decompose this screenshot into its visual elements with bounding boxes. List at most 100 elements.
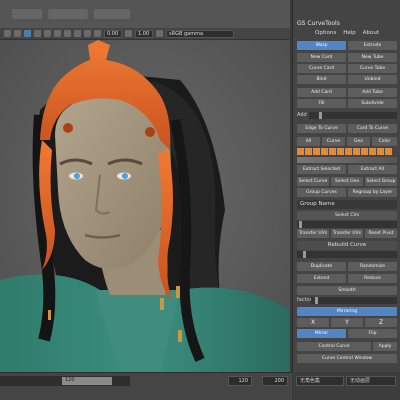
fill-button[interactable]: Fill xyxy=(297,99,346,108)
transfer-uvs-2-button[interactable]: Transfer UVs xyxy=(331,229,363,238)
extract-selected-button[interactable]: Extract Selected xyxy=(297,165,346,174)
unbind-button[interactable]: Unbind xyxy=(348,75,397,84)
cv-slider[interactable] xyxy=(297,221,397,228)
select-group-button[interactable]: Select Group xyxy=(365,177,397,186)
add-slider[interactable] xyxy=(309,112,397,119)
layer-cell[interactable] xyxy=(361,148,368,155)
card-to-curve-button[interactable]: Card To Curve xyxy=(348,124,397,133)
viewport-header-strip xyxy=(0,0,290,28)
filter-color-button[interactable]: Color xyxy=(372,137,397,146)
menu-help[interactable]: Help xyxy=(343,30,356,36)
character-render xyxy=(0,40,290,372)
layer-cell[interactable] xyxy=(297,148,304,155)
panel-menubar: Options Help About xyxy=(315,30,379,36)
status-bar: 无角色集 无动画层 xyxy=(292,372,400,400)
warp-button[interactable]: Warp xyxy=(297,41,346,50)
texture-icon[interactable] xyxy=(44,30,51,37)
duplicate-button[interactable]: Duplicate xyxy=(297,262,346,271)
flip-button[interactable]: Flip xyxy=(348,329,397,338)
exposure-field[interactable]: 0.00 xyxy=(104,29,122,38)
menu-about[interactable]: About xyxy=(363,30,379,36)
filter-curve-button[interactable]: Curve xyxy=(322,137,345,146)
smooth-button[interactable]: Smooth xyxy=(297,286,397,295)
range-current-frame: 120 xyxy=(65,377,75,383)
add-card-button[interactable]: Add Card xyxy=(297,88,346,97)
character-set-dropdown[interactable]: 无角色集 xyxy=(296,376,344,386)
layer-cell[interactable] xyxy=(385,148,392,155)
select-geo-button[interactable]: Select Geo xyxy=(331,177,363,186)
transfer-uvs-button[interactable]: Transfer UVs xyxy=(297,229,329,238)
layer-cell[interactable] xyxy=(313,148,320,155)
group-curves-button[interactable]: Group Curves xyxy=(297,188,346,197)
viewport-toolbar: 0.00 1.00 sRGB gamma xyxy=(0,28,290,40)
filter-geo-button[interactable]: Geo xyxy=(347,137,370,146)
header-pill xyxy=(94,9,130,19)
new-tube-button[interactable]: New Tube xyxy=(348,53,397,62)
gamma-icon[interactable] xyxy=(125,30,132,37)
reset-pivot-button[interactable]: Reset Pivot xyxy=(365,229,397,238)
layer-cell[interactable] xyxy=(321,148,328,155)
layer-cell[interactable] xyxy=(369,148,376,155)
rebuild-slider[interactable] xyxy=(297,251,397,258)
mirror-button[interactable]: Mirror xyxy=(297,329,346,338)
bind-button[interactable]: Bind xyxy=(297,75,346,84)
layer-cell[interactable] xyxy=(305,148,312,155)
gs-curvetools-panel: GS CurveTools Options Help About Warp Ex… xyxy=(292,0,400,400)
reduce-button[interactable]: Reduce xyxy=(348,274,397,283)
layer-cell[interactable] xyxy=(329,148,336,155)
camera-icon[interactable] xyxy=(4,30,11,37)
start-frame-field[interactable]: 120 xyxy=(228,376,252,386)
curve-control-window-button[interactable]: Curve Control Window xyxy=(297,354,397,363)
wireframe-icon[interactable] xyxy=(24,30,31,37)
curve-card-button[interactable]: Curve Card xyxy=(297,64,346,73)
xray-icon[interactable] xyxy=(84,30,91,37)
regroup-by-layer-button[interactable]: Regroup by Layer xyxy=(348,188,397,197)
mirror-y-button[interactable]: Y xyxy=(331,318,363,327)
new-card-button[interactable]: New Card xyxy=(297,53,346,62)
randomize-button[interactable]: Randomize xyxy=(348,262,397,271)
light-icon[interactable] xyxy=(54,30,61,37)
group-name-input[interactable]: Group Name xyxy=(297,200,397,209)
shadow-icon[interactable] xyxy=(64,30,71,37)
layer-cell[interactable] xyxy=(353,148,360,155)
colorspace-icon[interactable] xyxy=(156,30,163,37)
factor-slider-handle[interactable] xyxy=(315,297,318,304)
grid-icon[interactable] xyxy=(14,30,21,37)
edge-to-curve-button[interactable]: Edge To Curve xyxy=(297,124,346,133)
curve-tube-button[interactable]: Curve Tube xyxy=(348,64,397,73)
extend-button[interactable]: Extend xyxy=(297,274,346,283)
apply-button[interactable]: Apply xyxy=(373,342,397,351)
gamma-field[interactable]: 1.00 xyxy=(135,29,153,38)
shaded-icon[interactable] xyxy=(34,30,41,37)
extract-all-button[interactable]: Extract All xyxy=(348,165,397,174)
timeline-bar: 120 120 200 xyxy=(0,372,292,400)
layer-row[interactable] xyxy=(297,157,397,163)
layer-cell[interactable] xyxy=(377,148,384,155)
rebuild-slider-handle[interactable] xyxy=(303,251,306,258)
select-cvs-button[interactable]: Select CVs xyxy=(297,211,397,220)
select-curve-button[interactable]: Select Curve xyxy=(297,177,329,186)
exposure-icon[interactable] xyxy=(94,30,101,37)
add-tube-button[interactable]: Add Tube xyxy=(348,88,397,97)
end-frame-field[interactable]: 200 xyxy=(262,376,288,386)
rebuild-curve-header: Rebuild Curve xyxy=(297,241,397,250)
menu-options[interactable]: Options xyxy=(315,30,336,36)
colorspace-dropdown[interactable]: sRGB gamma xyxy=(166,29,234,38)
filter-all-button[interactable]: All xyxy=(297,137,320,146)
control-curve-button[interactable]: Control Curve xyxy=(297,342,371,351)
subdivide-button[interactable]: Subdivide xyxy=(348,99,397,108)
mirroring-button[interactable]: Mirroring xyxy=(297,307,397,316)
add-label: Add xyxy=(297,112,307,118)
anim-layer-dropdown[interactable]: 无动画层 xyxy=(346,376,396,386)
panel-title: GS CurveTools xyxy=(297,20,340,27)
mirror-x-button[interactable]: X xyxy=(297,318,329,327)
isolate-icon[interactable] xyxy=(74,30,81,37)
layer-cell[interactable] xyxy=(345,148,352,155)
mirror-z-button[interactable]: Z xyxy=(365,318,397,327)
layer-cell[interactable] xyxy=(337,148,344,155)
factor-slider[interactable] xyxy=(311,297,397,304)
3d-viewport[interactable]: 0.00 1.00 sRGB gamma xyxy=(0,0,290,372)
extrude-button[interactable]: Extrude xyxy=(348,41,397,50)
add-slider-handle[interactable] xyxy=(319,112,322,119)
cv-slider-handle[interactable] xyxy=(299,221,302,228)
